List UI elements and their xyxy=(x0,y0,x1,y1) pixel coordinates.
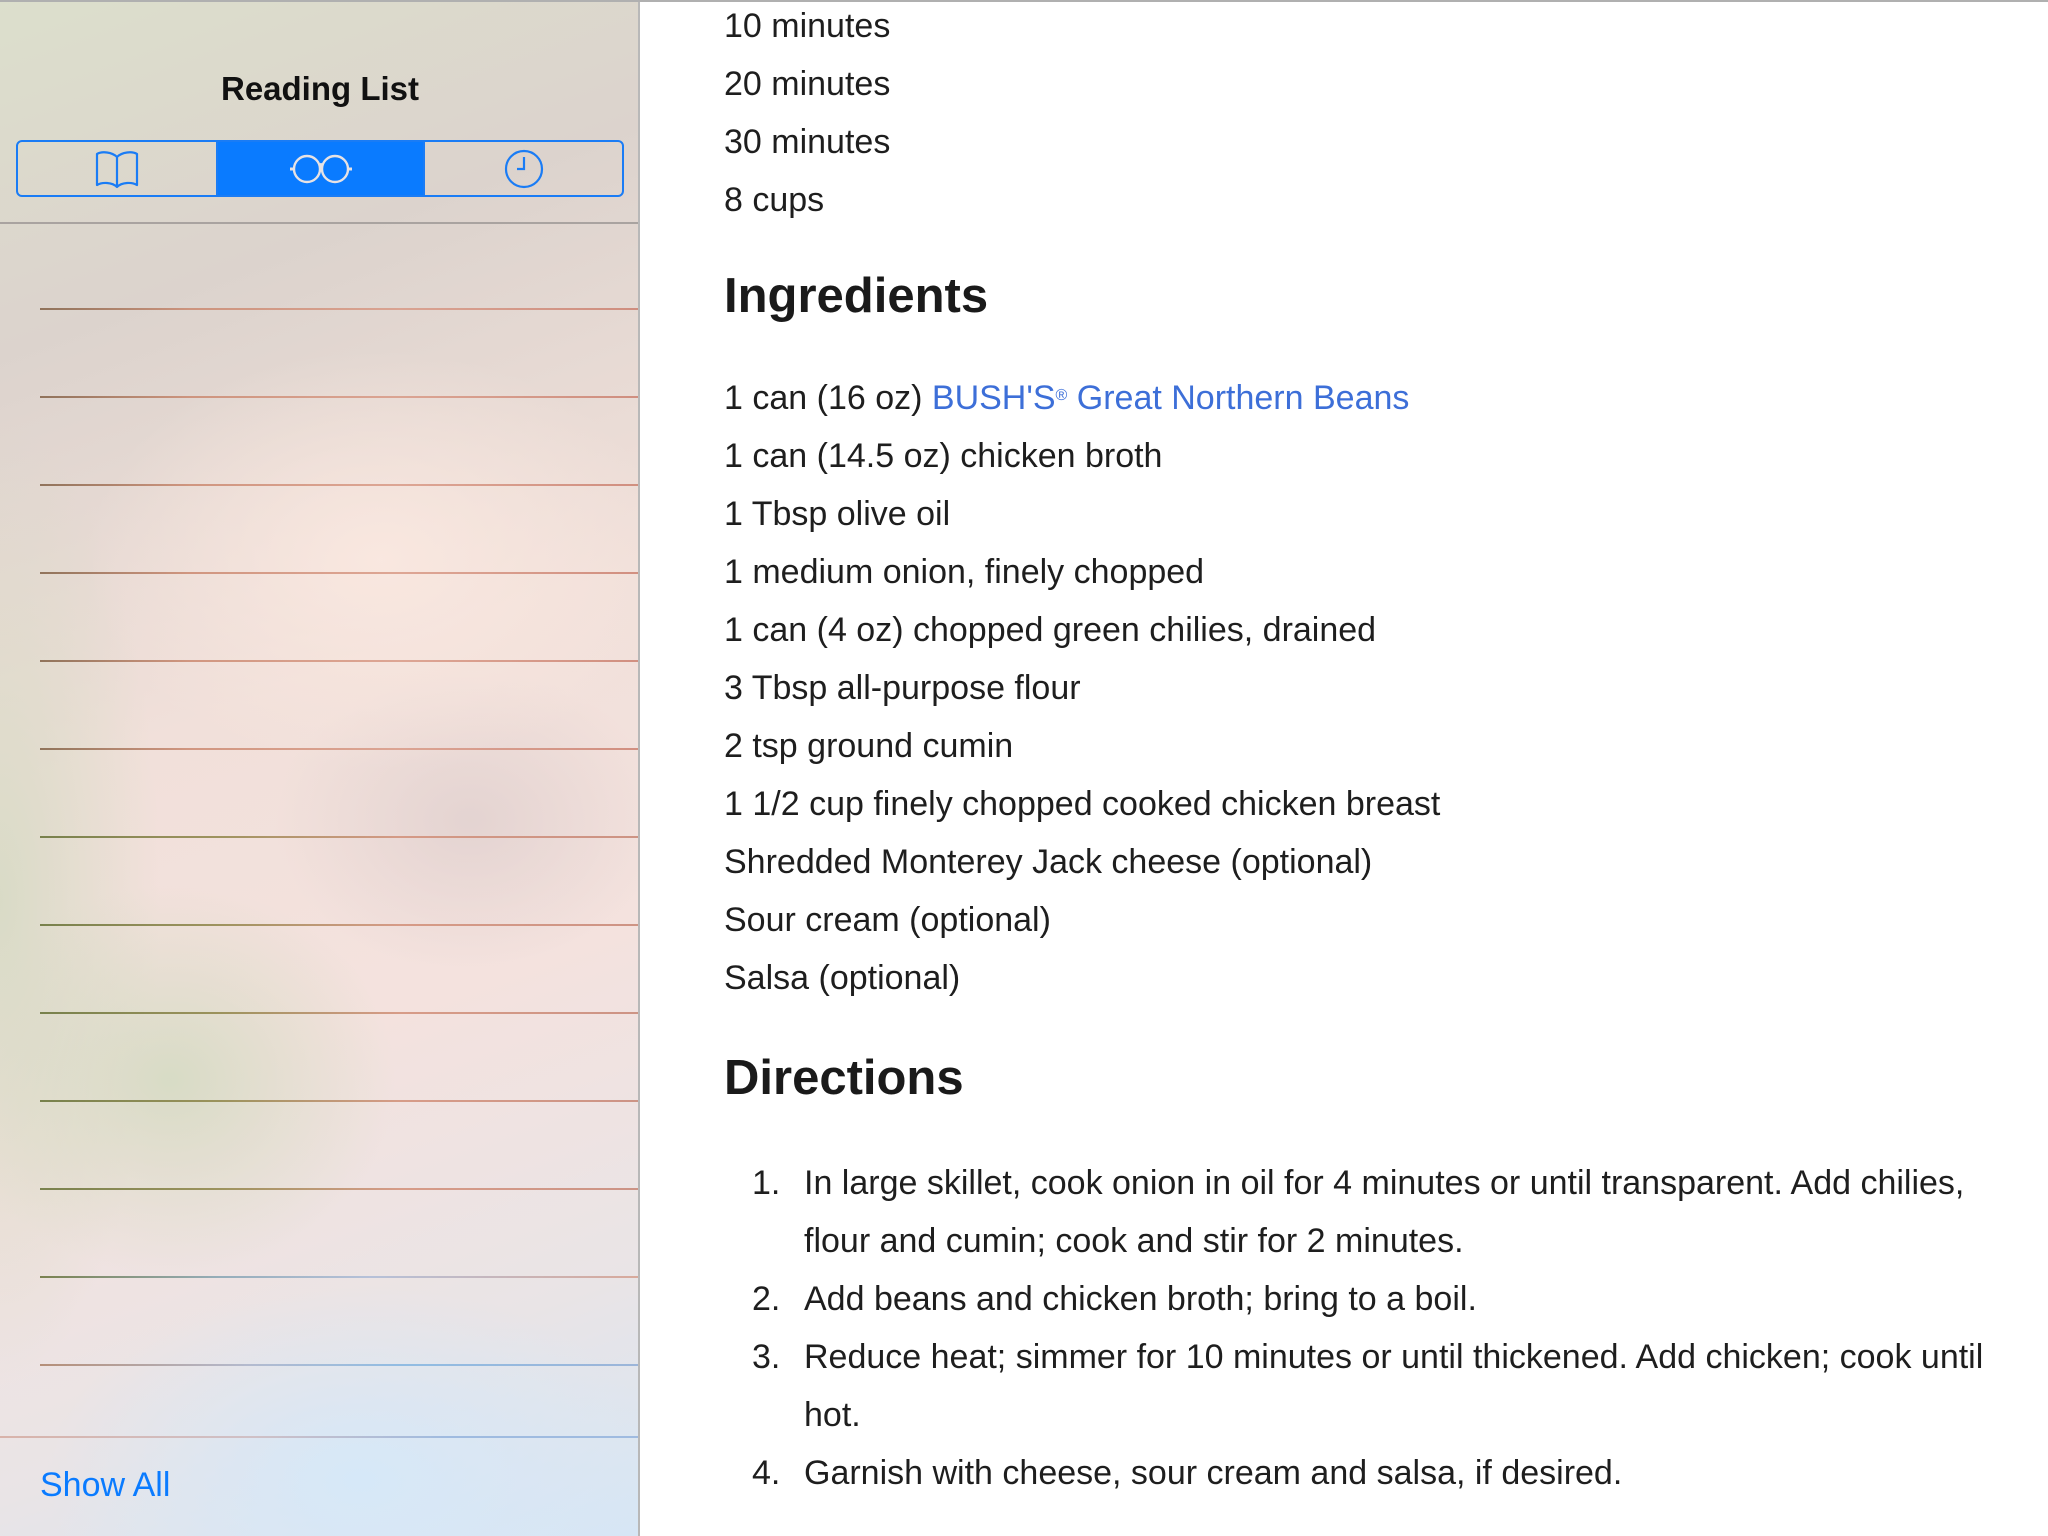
directions-heading: Directions xyxy=(724,1051,964,1105)
reading-list-row[interactable] xyxy=(0,1014,638,1102)
ingredient-item: 1 Tbsp olive oil xyxy=(724,495,951,533)
reading-list-row[interactable] xyxy=(0,838,638,926)
ingredient-item: 3 Tbsp all-purpose flour xyxy=(724,669,1081,707)
servings: 8 cups xyxy=(724,181,825,219)
total-time: 30 minutes xyxy=(724,123,891,161)
direction-step: 2. Add beans and chicken broth; bring to … xyxy=(724,1270,1984,1328)
ingredient-item: 1 can (4 oz) chopped green chilies, drai… xyxy=(724,611,1377,649)
reading-list-row[interactable] xyxy=(0,1102,638,1190)
row-divider xyxy=(40,1364,638,1366)
step-number: 4. xyxy=(752,1454,781,1492)
ingredient-item: Shredded Monterey Jack cheese (optional) xyxy=(724,843,1373,881)
ingredient-item: 2 tsp ground cumin xyxy=(724,727,1014,765)
directions-list: 1. In large skillet, cook onion in oil fo… xyxy=(724,1154,1984,1502)
direction-step: 3. Reduce heat; simmer for 10 minutes or … xyxy=(724,1328,1984,1444)
bush-beans-link[interactable]: BUSH'S® Great Northern Beans xyxy=(932,379,1410,417)
step-number: 2. xyxy=(752,1280,781,1318)
link-text: Great Northern Beans xyxy=(1067,379,1410,417)
reading-list-row[interactable] xyxy=(0,1278,638,1366)
reading-list-sidebar: Reading List Show All xyxy=(0,0,640,1536)
sidebar-segmented-control xyxy=(16,140,624,197)
registered-mark: ® xyxy=(1055,387,1068,404)
clock-icon xyxy=(503,148,545,190)
ingredient-item: 1 medium onion, finely chopped xyxy=(724,553,1205,591)
glasses-icon xyxy=(288,151,354,187)
reading-list-row[interactable] xyxy=(0,750,638,838)
step-text: Reduce heat; simmer for 10 minutes or un… xyxy=(804,1338,1984,1434)
tab-bookmarks[interactable] xyxy=(18,142,218,195)
tab-history[interactable] xyxy=(423,142,622,195)
link-brand: BUSH'S xyxy=(931,379,1056,417)
prep-time: 10 minutes xyxy=(724,7,891,45)
step-text: In large skillet, cook onion in oil for … xyxy=(804,1164,1965,1260)
ingredient-item: Salsa (optional) xyxy=(724,959,961,997)
reading-list-row[interactable] xyxy=(0,486,638,574)
direction-step: 4. Garnish with cheese, sour cream and sa… xyxy=(724,1444,1984,1502)
ingredient-text: 1 can (16 oz) xyxy=(724,379,932,417)
reading-list-rows xyxy=(0,222,638,1366)
ingredient-item: 1 1/2 cup finely chopped cooked chicken … xyxy=(724,785,1441,823)
step-number: 1. xyxy=(752,1164,781,1202)
reading-list-row[interactable] xyxy=(0,574,638,662)
tab-reading-list[interactable] xyxy=(218,142,423,195)
reading-list-row[interactable] xyxy=(0,310,638,398)
footer-divider xyxy=(0,1436,638,1438)
book-icon xyxy=(94,149,140,189)
reading-list-row[interactable] xyxy=(0,662,638,750)
ingredient-item: 1 can (16 oz) BUSH'S® Great Northern Bea… xyxy=(724,378,1409,418)
step-text: Garnish with cheese, sour cream and sals… xyxy=(804,1454,1623,1492)
reading-list-row[interactable] xyxy=(0,926,638,1014)
direction-step: 1. In large skillet, cook onion in oil fo… xyxy=(724,1154,1984,1270)
reading-list-row[interactable] xyxy=(0,398,638,486)
step-text: Add beans and chicken broth; bring to a … xyxy=(804,1280,1477,1318)
sidebar-title: Reading List xyxy=(220,70,420,107)
cook-time: 20 minutes xyxy=(724,65,891,103)
show-all-button[interactable]: Show All xyxy=(40,1466,170,1505)
reading-list-row[interactable] xyxy=(0,222,638,310)
top-border xyxy=(0,0,2048,2)
reading-list-row[interactable] xyxy=(0,1190,638,1278)
ingredient-item: 1 can (14.5 oz) chicken broth xyxy=(724,437,1163,475)
ingredients-heading: Ingredients xyxy=(724,269,989,323)
ingredient-item: Sour cream (optional) xyxy=(724,901,1051,939)
step-number: 3. xyxy=(752,1338,781,1376)
